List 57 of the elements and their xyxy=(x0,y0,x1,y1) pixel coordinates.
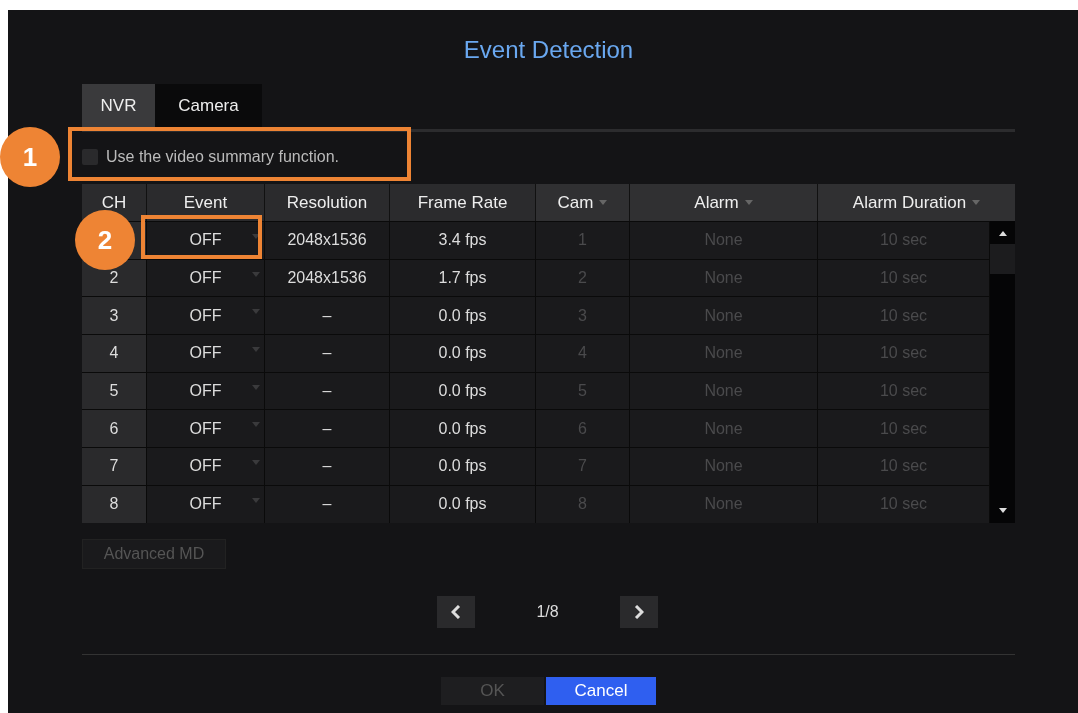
column-header[interactable]: Frame Rate xyxy=(390,184,536,221)
scroll-down-icon[interactable] xyxy=(998,507,1007,513)
table-cell[interactable]: OFF xyxy=(147,372,265,410)
table-cell: 0.0 fps xyxy=(390,372,536,410)
previous-page-button[interactable] xyxy=(437,595,475,628)
table-cell: – xyxy=(265,485,390,523)
caret-icon xyxy=(252,347,260,353)
caret-icon xyxy=(252,497,260,503)
table-cell: – xyxy=(265,297,390,335)
table-cell: 1.7 fps xyxy=(390,259,536,297)
table-cell[interactable]: OFF xyxy=(147,448,265,485)
table-cell: – xyxy=(265,372,390,410)
table-cell: 0.0 fps xyxy=(390,297,536,335)
table-cell: 3 xyxy=(82,297,147,335)
scroll-up-icon[interactable] xyxy=(998,231,1007,236)
table-cell[interactable]: OFF xyxy=(147,335,265,372)
table-cell: 2048x1536 xyxy=(265,259,390,297)
cancel-button[interactable]: Cancel xyxy=(546,676,656,705)
table-cell: – xyxy=(265,448,390,485)
caret-icon xyxy=(252,234,260,239)
table-cell: 3.4 fps xyxy=(390,222,536,259)
caret-icon xyxy=(972,200,981,205)
caret-icon xyxy=(252,422,260,428)
table-cell: 4 xyxy=(82,335,147,372)
caret-icon xyxy=(252,309,260,315)
table-cell[interactable]: OFF xyxy=(147,485,265,523)
table-cell: 0.0 fps xyxy=(390,485,536,523)
table-cell[interactable]: OFF xyxy=(147,222,265,259)
scroll-thumb[interactable] xyxy=(990,244,1015,274)
tab[interactable]: NVR xyxy=(82,84,155,128)
table-cell[interactable]: OFF xyxy=(147,259,265,297)
table-cell[interactable]: OFF xyxy=(147,297,265,335)
next-page-button[interactable] xyxy=(620,595,658,628)
caret-icon xyxy=(252,384,260,390)
page-indicator: 1/8 xyxy=(535,602,560,621)
table-cell: – xyxy=(265,410,390,448)
table-cell[interactable]: OFF xyxy=(147,410,265,448)
checkbox-label: Use the video summary function. xyxy=(106,148,339,166)
caret-icon xyxy=(744,200,753,205)
chevron-left-icon xyxy=(451,604,461,619)
chevron-right-icon xyxy=(634,604,644,619)
table-cell: 0.0 fps xyxy=(390,410,536,448)
tab[interactable]: Camera xyxy=(155,84,262,128)
column-header[interactable]: Resolution xyxy=(265,184,390,221)
table-cell: 2048x1536 xyxy=(265,222,390,259)
table-cell: – xyxy=(265,335,390,372)
caret-icon xyxy=(599,200,608,205)
table-cell: 6 xyxy=(82,410,147,448)
table-cell: 8 xyxy=(82,485,147,523)
table-cell: 0.0 fps xyxy=(390,335,536,372)
caret-icon xyxy=(252,460,260,466)
table-cell: 5 xyxy=(82,372,147,410)
table-cell: 7 xyxy=(82,448,147,485)
caret-icon xyxy=(252,271,260,277)
scrollbar[interactable] xyxy=(990,221,1015,523)
table-cell: 0.0 fps xyxy=(390,448,536,485)
dialog-title: Event Detection xyxy=(462,36,635,65)
